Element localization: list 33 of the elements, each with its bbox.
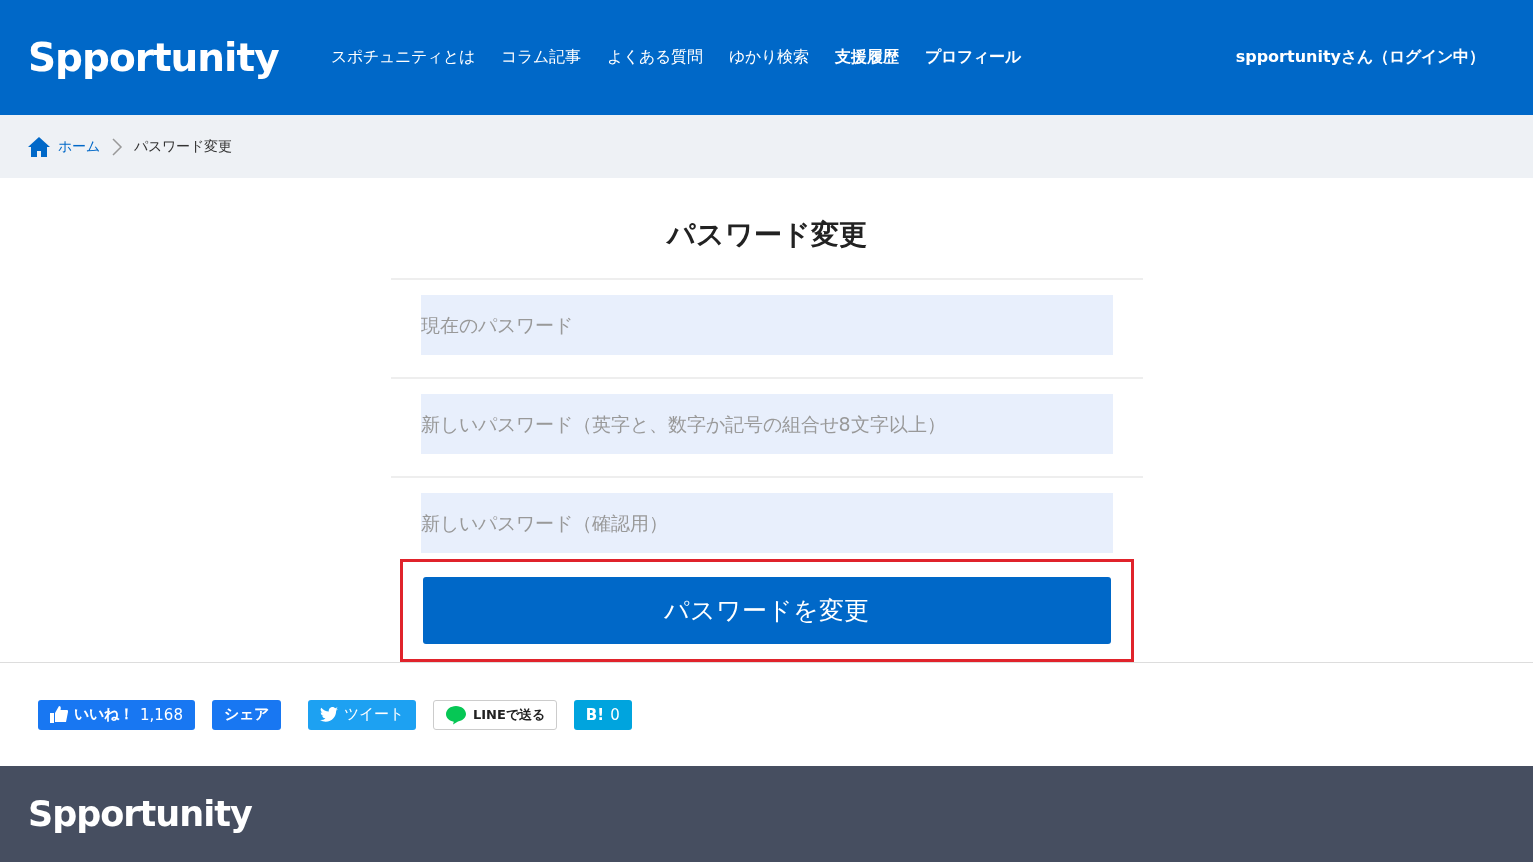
button-label: ツイート xyxy=(343,705,404,724)
nav-link[interactable]: スポチュニティとは xyxy=(330,47,475,68)
password-field[interactable]: 新しいパスワード（英字と、数字か記号の組合せ8文字以上） xyxy=(420,394,1113,454)
chevron-icon xyxy=(110,136,124,157)
button-label: シェア xyxy=(223,705,269,724)
nav-link[interactable]: 支援履歴 xyxy=(834,47,899,68)
page-title: パスワード変更 xyxy=(666,217,867,253)
button-label: いいね！ xyxy=(74,705,134,724)
house-icon xyxy=(28,136,50,157)
change-password-button[interactable]: パスワードを変更 xyxy=(422,577,1111,644)
footer-logo: Spportunity xyxy=(28,794,252,834)
thumbs-up-icon xyxy=(50,706,68,723)
hatena-button[interactable]: B! 0 xyxy=(573,699,632,730)
button-label: B! xyxy=(585,705,605,724)
like-button[interactable]: いいね！ 1,168 xyxy=(38,699,195,730)
password-field[interactable]: 現在のパスワード xyxy=(420,295,1113,355)
speech-bubble-icon xyxy=(444,704,467,725)
user-name: spportunityさん（ログイン中） xyxy=(1235,47,1485,68)
button-label: LINEで送る xyxy=(472,705,545,724)
share-count: 1,168 xyxy=(140,705,183,724)
nav-link[interactable]: プロフィール xyxy=(924,47,1021,68)
share-count: 0 xyxy=(610,705,620,724)
nav-link[interactable]: よくある質問 xyxy=(606,47,703,68)
home-link[interactable]: ホーム xyxy=(28,136,100,157)
password-field[interactable]: 新しいパスワード（確認用） xyxy=(420,493,1113,553)
share-button[interactable]: シェア xyxy=(211,699,281,730)
line-button[interactable]: LINEで送る xyxy=(432,699,557,730)
site-logo[interactable]: Spportunity xyxy=(28,35,279,80)
bird-icon xyxy=(319,707,338,722)
tweet-button[interactable]: ツイート xyxy=(307,699,416,730)
nav-link[interactable]: ゆかり検索 xyxy=(728,47,809,68)
breadcrumb-current: パスワード変更 xyxy=(134,137,232,156)
nav-link[interactable]: コラム記事 xyxy=(500,47,581,68)
